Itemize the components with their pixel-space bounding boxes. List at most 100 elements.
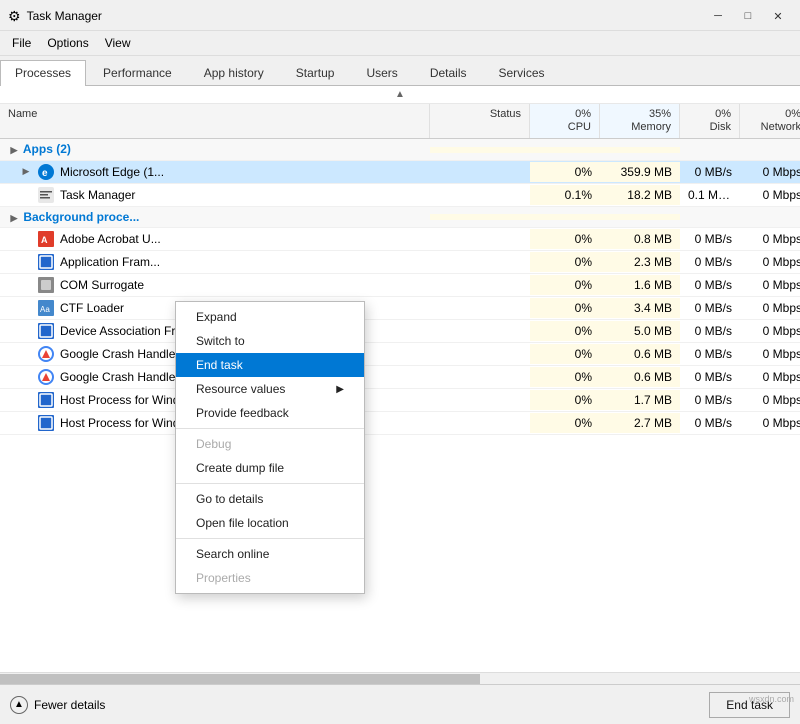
maximize-button[interactable]: □ [734, 6, 762, 26]
tab-startup[interactable]: Startup [281, 60, 350, 85]
ctx-search-online[interactable]: Search online [176, 542, 364, 566]
col-header-name[interactable]: Name [0, 104, 430, 138]
group-background: ▶ Background proce... [0, 207, 800, 229]
table-row[interactable]: Device Association Framework... 0% 5.0 M… [0, 320, 800, 343]
svg-text:A: A [41, 235, 48, 245]
table-row[interactable]: Application Fram... 0% 2.3 MB 0 MB/s 0 M… [0, 251, 800, 274]
menu-bar: File Options View [0, 31, 800, 56]
process-edge-cpu: 0% [530, 162, 600, 182]
ctfloader-icon: Aa [38, 300, 54, 316]
window-title: Task Manager [27, 9, 102, 23]
table-row[interactable]: ▶ e Microsoft Edge (1... 0% 359.9 MB 0 M… [0, 161, 800, 184]
ctx-open-file-location-label: Open file location [196, 516, 289, 530]
horizontal-scrollbar[interactable] [0, 672, 800, 684]
process-appframe-name: Application Fram... [0, 251, 430, 273]
process-ctfloader-label: CTF Loader [60, 301, 124, 315]
process-taskmgr-name: ▶ Task Manager [0, 184, 430, 206]
process-list[interactable]: ▶ Apps (2) ▶ e Microsoft Edge (1... 0% 3… [0, 139, 800, 672]
group-apps-label: ▶ Apps (2) [0, 139, 430, 160]
table-row[interactable]: Host Process for Windows Tasks 0% 2.7 MB… [0, 412, 800, 435]
svg-text:e: e [42, 168, 48, 179]
col-header-memory[interactable]: 35%Memory [600, 104, 680, 138]
col-header-cpu[interactable]: 0%CPU [530, 104, 600, 138]
process-edge-status [430, 169, 530, 175]
process-edge-disk: 0 MB/s [680, 162, 740, 182]
group-apps-status [430, 147, 530, 153]
expand-bg-arrow[interactable]: ▶ [8, 212, 20, 224]
svg-text:Aa: Aa [40, 305, 50, 314]
ctx-properties: Properties [176, 566, 364, 590]
process-edge-name: ▶ e Microsoft Edge (1... [0, 161, 430, 183]
bottom-bar: ▲ Fewer details End task [0, 684, 800, 724]
fewer-details-icon: ▲ [10, 696, 28, 714]
ctx-switch-to-label: Switch to [196, 334, 245, 348]
group-apps-disk [680, 147, 740, 153]
edge-icon: e [38, 164, 54, 180]
ctx-expand-label: Expand [196, 310, 237, 324]
table-row[interactable]: Google Crash Handler (32 bit) 0% 0.6 MB … [0, 366, 800, 389]
col-header-network[interactable]: 0%Network [740, 104, 800, 138]
tab-services[interactable]: Services [484, 60, 560, 85]
ctx-go-to-details[interactable]: Go to details [176, 487, 364, 511]
process-comsurrogate-name: COM Surrogate [0, 274, 430, 296]
minimize-button[interactable]: ─ [704, 6, 732, 26]
expand-apps-arrow[interactable]: ▶ [8, 145, 20, 157]
table-row[interactable]: A Adobe Acrobat U... 0% 0.8 MB 0 MB/s 0 … [0, 228, 800, 251]
ctx-provide-feedback[interactable]: Provide feedback [176, 401, 364, 425]
process-edge-network: 0 Mbps [740, 162, 800, 182]
fewer-details-button[interactable]: ▲ Fewer details [10, 696, 105, 714]
collapse-button[interactable]: ▲ [395, 89, 405, 100]
winhost1-icon [38, 392, 54, 408]
appframe-icon [38, 254, 54, 270]
ctx-separator-3 [176, 538, 364, 539]
table-row[interactable]: COM Surrogate 0% 1.6 MB 0 MB/s 0 Mbps [0, 274, 800, 297]
fewer-details-label: Fewer details [34, 698, 105, 712]
ctx-open-file-location[interactable]: Open file location [176, 511, 364, 535]
tab-app-history[interactable]: App history [189, 60, 279, 85]
ctx-expand[interactable]: Expand [176, 305, 364, 329]
table-header: Name Status 0%CPU 35%Memory 0%Disk 0%Net… [0, 104, 800, 139]
expand-edge-arrow[interactable]: ▶ [20, 166, 32, 178]
tab-processes[interactable]: Processes [0, 60, 86, 86]
process-taskmgr-disk: 0.1 MB/s [680, 185, 740, 205]
title-bar: ⚙ Task Manager ─ □ ✕ [0, 0, 800, 31]
process-taskmgr-label: Task Manager [60, 188, 135, 202]
h-scroll-thumb[interactable] [0, 674, 480, 684]
process-edge-label: Microsoft Edge (1... [60, 165, 164, 179]
table-row[interactable]: Host Process for Windows Tasks 0% 1.7 MB… [0, 389, 800, 412]
tab-users[interactable]: Users [351, 60, 412, 85]
ctx-provide-feedback-label: Provide feedback [196, 406, 289, 420]
googlecrash-icon [38, 346, 54, 362]
menu-options[interactable]: Options [39, 33, 96, 53]
winhost2-icon [38, 415, 54, 431]
app-icon: ⚙ [8, 8, 21, 25]
ctx-resource-values-label: Resource values [196, 382, 285, 396]
menu-view[interactable]: View [97, 33, 139, 53]
tab-details[interactable]: Details [415, 60, 482, 85]
col-header-status[interactable]: Status [430, 104, 530, 138]
process-googlecrash-label: Google Crash Handler [60, 347, 179, 361]
table-row[interactable]: Aa CTF Loader 0% 3.4 MB 0 MB/s 0 Mbps [0, 297, 800, 320]
ctx-properties-label: Properties [196, 571, 251, 585]
main-content: ▲ Name Status 0%CPU 35%Memory 0%Disk 0%N… [0, 86, 800, 684]
ctx-debug: Debug [176, 432, 364, 456]
process-taskmgr-memory: 18.2 MB [600, 185, 680, 205]
ctx-create-dump[interactable]: Create dump file [176, 456, 364, 480]
group-apps-network [740, 147, 800, 153]
tab-performance[interactable]: Performance [88, 60, 187, 85]
ctx-separator-1 [176, 428, 364, 429]
col-header-disk[interactable]: 0%Disk [680, 104, 740, 138]
table-row[interactable]: ▶ Task Manager 0.1% 18.2 MB 0.1 MB/s 0 M… [0, 184, 800, 207]
ctx-switch-to[interactable]: Switch to [176, 329, 364, 353]
group-apps-memory [600, 147, 680, 153]
ctx-end-task[interactable]: End task [176, 353, 364, 377]
ctx-resource-arrow: ▶ [336, 384, 344, 395]
menu-file[interactable]: File [4, 33, 39, 53]
group-apps: ▶ Apps (2) [0, 139, 800, 161]
close-button[interactable]: ✕ [764, 6, 792, 26]
group-apps-cpu [530, 147, 600, 153]
process-taskmgr-network: 0 Mbps [740, 185, 800, 205]
group-background-label: ▶ Background proce... [0, 207, 430, 228]
table-row[interactable]: Google Crash Handler 0% 0.6 MB 0 MB/s 0 … [0, 343, 800, 366]
ctx-resource-values[interactable]: Resource values ▶ [176, 377, 364, 401]
